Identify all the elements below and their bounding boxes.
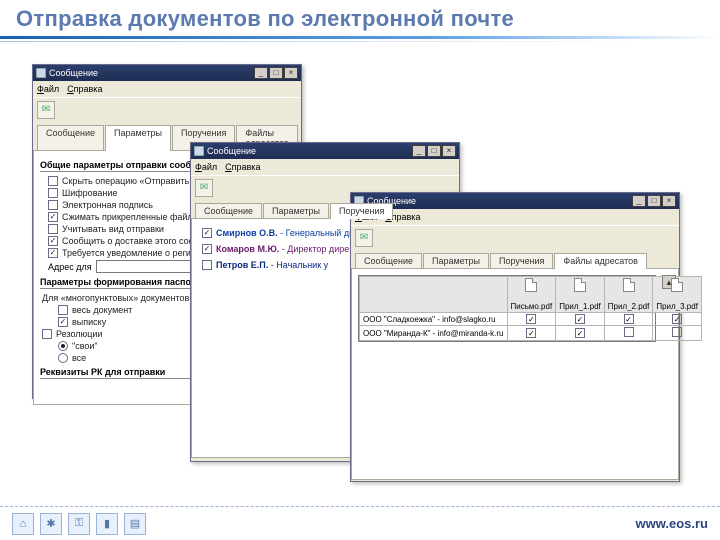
checkbox[interactable]: [202, 260, 212, 270]
checkbox[interactable]: ✓: [202, 244, 212, 254]
files-grid: Письмо.pdfПрил_1.pdfПрил_2.pdfПрил_3.pdf…: [358, 275, 656, 342]
close-button[interactable]: ×: [284, 67, 298, 79]
option-label: все: [72, 353, 86, 363]
menu-help[interactable]: Справка: [67, 84, 102, 94]
menubar: Файл Справка: [191, 159, 459, 175]
checkbox[interactable]: [48, 176, 58, 186]
app-icon: [194, 146, 204, 156]
checkbox[interactable]: [48, 200, 58, 210]
col-header: Письмо.pdf: [507, 277, 556, 313]
tab-message[interactable]: Сообщение: [37, 125, 104, 151]
option-label: выписку: [72, 317, 106, 327]
tab-assignments[interactable]: Поручения: [330, 203, 393, 219]
assignee-text: Петров Е.П. - Начальник у: [216, 260, 328, 270]
col-header: Прил_3.pdf: [653, 277, 702, 313]
menu-file[interactable]: Файл: [37, 84, 59, 94]
maximize-button[interactable]: □: [269, 67, 283, 79]
checkbox[interactable]: ✓: [48, 248, 58, 258]
menu-help[interactable]: Справка: [225, 162, 260, 172]
checkbox[interactable]: ✓: [48, 236, 58, 246]
menubar: Файл Справка: [351, 209, 679, 225]
footer-icon-card: ▮: [96, 513, 118, 535]
addr-label: Адрес для: [48, 262, 92, 272]
file-icon: [623, 278, 635, 292]
option-label: Шифрование: [62, 188, 117, 198]
assignee-text: Комаров М.Ю. - Директор дире: [216, 244, 349, 254]
checkbox[interactable]: ✓: [48, 212, 58, 222]
tab-assignments[interactable]: Поручения: [490, 253, 553, 269]
file-icon: [574, 278, 586, 292]
window-files: Сообщение _ □ × Файл Справка ✉ Сообщение…: [350, 192, 680, 482]
tab-message[interactable]: Сообщение: [355, 253, 422, 269]
footer-icon-key: ⚿: [68, 513, 90, 535]
app-icon: [36, 68, 46, 78]
send-button[interactable]: ✉: [355, 229, 373, 247]
option-label: Сжимать прикрепленные файлы: [62, 212, 199, 222]
file-icon: [525, 278, 537, 292]
tab-params[interactable]: Параметры: [263, 203, 329, 219]
cell-checkbox[interactable]: ✓: [624, 314, 634, 324]
col-header: Прил_2.pdf: [604, 277, 653, 313]
tabbar: Сообщение Параметры Поручения Файлы адре…: [351, 249, 679, 268]
cell-checkbox[interactable]: ✓: [526, 314, 536, 324]
toolbar: ✉: [33, 97, 301, 121]
checkbox[interactable]: [58, 305, 68, 315]
tab-params[interactable]: Параметры: [105, 125, 171, 151]
minimize-button[interactable]: _: [632, 195, 646, 207]
cell-checkbox[interactable]: [624, 327, 634, 337]
cell-checkbox[interactable]: [672, 327, 682, 337]
menu-file[interactable]: Файл: [195, 162, 217, 172]
chk-resolutions[interactable]: [42, 329, 52, 339]
radio[interactable]: [58, 341, 68, 351]
send-button[interactable]: ✉: [37, 101, 55, 119]
title-accent: [0, 36, 720, 39]
cell-checkbox[interactable]: ✓: [526, 328, 536, 338]
titlebar[interactable]: Сообщение _ □ ×: [33, 65, 301, 81]
tab-body-files: ▲ Письмо.pdfПрил_1.pdfПрил_2.pdfПрил_3.p…: [351, 268, 679, 480]
cell-checkbox[interactable]: ✓: [575, 328, 585, 338]
checkbox[interactable]: ✓: [58, 317, 68, 327]
option-label: Учитывать вид отправки: [62, 224, 164, 234]
workspace: Сообщение _ □ × Файл Справка ✉ Сообщение…: [0, 42, 720, 502]
assignee-text: Смирнов О.В. - Генеральный дирек: [216, 228, 368, 238]
maximize-button[interactable]: □: [647, 195, 661, 207]
checkbox[interactable]: [48, 188, 58, 198]
menubar: Файл Справка: [33, 81, 301, 97]
tab-params[interactable]: Параметры: [423, 253, 489, 269]
checkbox[interactable]: [48, 224, 58, 234]
addr-cell: ООО "Миранда-К" - info@miranda-k.ru: [360, 326, 508, 341]
footer-url: www.eos.ru: [636, 516, 708, 531]
cell-checkbox[interactable]: ✓: [575, 314, 585, 324]
col-header: Прил_1.pdf: [556, 277, 605, 313]
cell-checkbox[interactable]: ✓: [672, 314, 682, 324]
toolbar: ✉: [351, 225, 679, 249]
window-title: Сообщение: [49, 68, 98, 78]
footer-icon-network: ✱: [40, 513, 62, 535]
page-title: Отправка документов по электронной почте: [0, 0, 720, 36]
tab-message[interactable]: Сообщение: [195, 203, 262, 219]
checkbox[interactable]: ✓: [202, 228, 212, 238]
table-row: ООО "Сладкоежка" - info@slagko.ru ✓ ✓ ✓ ✓: [360, 313, 702, 326]
minimize-button[interactable]: _: [412, 145, 426, 157]
window-title: Сообщение: [207, 146, 256, 156]
table-row: ООО "Миранда-К" - info@miranda-k.ru ✓ ✓: [360, 326, 702, 341]
close-button[interactable]: ×: [662, 195, 676, 207]
option-label: "свои": [72, 341, 98, 351]
close-button[interactable]: ×: [442, 145, 456, 157]
send-button[interactable]: ✉: [195, 179, 213, 197]
file-icon: [671, 278, 683, 292]
footer: ⌂ ✱ ⚿ ▮ ▤ www.eos.ru: [0, 506, 720, 540]
footer-icon-home: ⌂: [12, 513, 34, 535]
radio[interactable]: [58, 353, 68, 363]
option-label: Электронная подпись: [62, 200, 153, 210]
option-label: весь документ: [72, 305, 132, 315]
label-resolutions: Резолюции: [56, 329, 102, 339]
addr-cell: ООО "Сладкоежка" - info@slagko.ru: [360, 313, 508, 326]
titlebar[interactable]: Сообщение _ □ ×: [351, 193, 679, 209]
minimize-button[interactable]: _: [254, 67, 268, 79]
tab-files[interactable]: Файлы адресатов: [554, 253, 646, 269]
maximize-button[interactable]: □: [427, 145, 441, 157]
footer-icon-doc: ▤: [124, 513, 146, 535]
titlebar[interactable]: Сообщение _ □ ×: [191, 143, 459, 159]
